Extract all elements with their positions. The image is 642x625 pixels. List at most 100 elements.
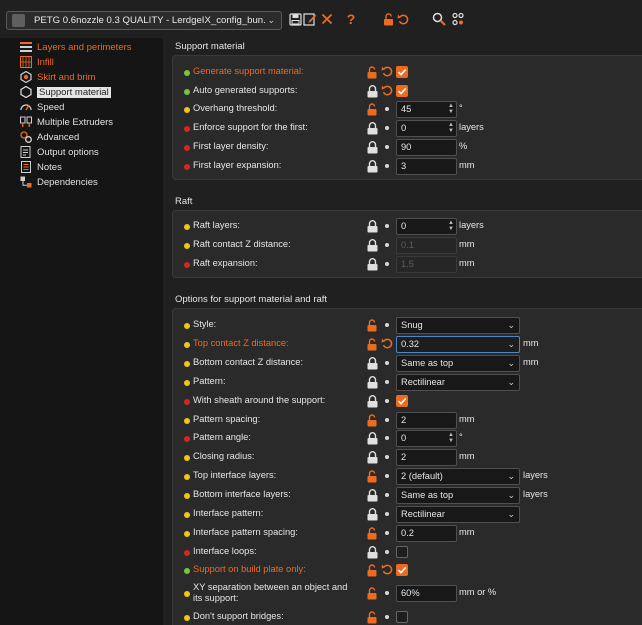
default-bullet-icon: [385, 615, 389, 619]
unlock-icon[interactable]: [367, 103, 378, 116]
undo-icon[interactable]: [381, 337, 394, 350]
top-contact-z-combo[interactable]: 0.32 ⌄: [396, 336, 520, 353]
preset-flag-icon: [12, 14, 25, 27]
sidebar-item-dependencies[interactable]: Dependencies: [20, 175, 98, 189]
pattern-spacing-input[interactable]: 2: [396, 412, 457, 429]
sidebar-item-speed[interactable]: Speed: [20, 100, 64, 114]
dont-support-bridges-checkbox[interactable]: [396, 611, 408, 623]
group-title-support: Support material: [175, 41, 245, 52]
bottom-interface-layers-combo[interactable]: Same as top ⌄: [396, 487, 520, 504]
lock-icon[interactable]: [367, 451, 378, 464]
sidebar-item-notes[interactable]: Notes: [20, 160, 62, 174]
raft-layers-spinner[interactable]: 0 ▲ ▼: [396, 218, 457, 235]
unlock-icon[interactable]: [367, 611, 378, 624]
raft-expansion-input[interactable]: 1.5: [396, 256, 457, 273]
lock-icon[interactable]: [367, 220, 378, 233]
xy-separation-input[interactable]: 60%: [396, 585, 457, 602]
dependencies-icon: [20, 176, 32, 188]
generate-support-checkbox[interactable]: [396, 66, 408, 78]
chevron-down-icon: ⌄: [507, 320, 515, 330]
raft-contact-z-input[interactable]: 0.1: [396, 237, 457, 254]
unlock-icon[interactable]: [367, 564, 378, 577]
rename-icon[interactable]: [302, 11, 318, 27]
preset-select[interactable]: PETG 0.6nozzle 0.3 QUALITY - LerdgeIX_co…: [6, 11, 282, 30]
search-icon[interactable]: [431, 11, 447, 27]
sidebar-item-output[interactable]: Output options: [20, 145, 99, 159]
save-icon[interactable]: [287, 11, 303, 27]
lock-icon[interactable]: [367, 258, 378, 271]
status-dot-yellow: [184, 531, 190, 537]
style-select[interactable]: Snug ⌄: [396, 317, 520, 334]
setting-row-interface-loops: Interface loops:: [163, 543, 642, 562]
lock-icon[interactable]: [367, 141, 378, 154]
status-dot-green: [184, 568, 190, 574]
compare-icon[interactable]: [450, 11, 466, 27]
lock-icon[interactable]: [367, 489, 378, 502]
unlock-icon[interactable]: [367, 587, 378, 600]
sidebar-item-skirt[interactable]: Skirt and brim: [20, 70, 96, 84]
lock-icon[interactable]: [367, 239, 378, 252]
default-bullet-icon: [385, 243, 389, 247]
sheath-checkbox[interactable]: [396, 395, 408, 407]
pattern-select[interactable]: Rectilinear ⌄: [396, 374, 520, 391]
auto-supports-checkbox[interactable]: [396, 85, 408, 97]
bottom-contact-z-combo[interactable]: Same as top ⌄: [396, 355, 520, 372]
setting-row-top-interface-layers: Top interface layers: 2 (default) ⌄ layer…: [163, 467, 642, 486]
unlock-icon[interactable]: [367, 338, 378, 351]
status-dot-yellow: [184, 380, 190, 386]
sidebar-item-extruders[interactable]: Multiple Extruders: [20, 115, 113, 129]
default-bullet-icon: [385, 455, 389, 459]
lock-icon[interactable]: [367, 85, 378, 98]
lock-icon[interactable]: [367, 432, 378, 445]
unlock-icon[interactable]: [367, 414, 378, 427]
lock-icon[interactable]: [367, 546, 378, 559]
overhang-threshold-spinner[interactable]: 45 ▲ ▼: [396, 101, 457, 118]
unlock-icon[interactable]: [367, 470, 378, 483]
undo-icon[interactable]: [381, 84, 394, 97]
interface-pattern-spacing-input[interactable]: 0.2: [396, 525, 457, 542]
lock-icon[interactable]: [367, 376, 378, 389]
chevron-down-icon: ⌄: [507, 490, 515, 500]
status-dot-green: [184, 70, 190, 76]
unlock-icon[interactable]: [367, 319, 378, 332]
top-toolbar: PETG 0.6nozzle 0.3 QUALITY - LerdgeIX_co…: [0, 0, 642, 38]
setting-row-closing-radius: Closing radius: 2 mm: [163, 448, 642, 467]
unlock-icon[interactable]: [367, 527, 378, 540]
setting-row-first-layer-expansion: First layer expansion: 3 mm: [163, 157, 642, 176]
status-dot-red: [184, 436, 190, 442]
lock-icon[interactable]: [367, 508, 378, 521]
chevron-down-icon: ⌄: [507, 471, 515, 481]
interface-pattern-select[interactable]: Rectilinear ⌄: [396, 506, 520, 523]
support-icon: [20, 86, 32, 98]
layers-icon: [20, 41, 32, 53]
default-bullet-icon: [385, 224, 389, 228]
interface-loops-checkbox[interactable]: [396, 546, 408, 558]
build-plate-only-checkbox[interactable]: [396, 564, 408, 576]
sidebar-item-layers[interactable]: Layers and perimeters: [20, 40, 132, 54]
undo-icon[interactable]: [395, 11, 411, 27]
lock-icon[interactable]: [367, 357, 378, 370]
default-bullet-icon: [385, 591, 389, 595]
setting-row-build-plate-only: Support on build plate only:: [163, 561, 642, 580]
lock-icon[interactable]: [367, 395, 378, 408]
lock-icon[interactable]: [367, 122, 378, 135]
sidebar-item-support[interactable]: Support material: [20, 85, 111, 99]
lock-icon[interactable]: [367, 160, 378, 173]
delete-icon[interactable]: [319, 11, 335, 27]
closing-radius-input[interactable]: 2: [396, 449, 457, 466]
status-dot-yellow: [184, 474, 190, 480]
enforce-support-spinner[interactable]: 0 ▲ ▼: [396, 120, 457, 137]
undo-icon[interactable]: [381, 65, 394, 78]
undo-icon[interactable]: [381, 563, 394, 576]
help-icon[interactable]: ?: [343, 11, 359, 27]
top-interface-layers-combo[interactable]: 2 (default) ⌄: [396, 468, 520, 485]
status-dot-yellow: [184, 361, 190, 367]
status-dot-red: [184, 262, 190, 268]
sidebar-item-infill[interactable]: Infill: [20, 55, 54, 69]
default-bullet-icon: [385, 512, 389, 516]
unlock-icon[interactable]: [367, 66, 378, 79]
first-layer-expansion-input[interactable]: 3: [396, 158, 457, 175]
first-layer-density-input[interactable]: 90: [396, 139, 457, 156]
sidebar-item-advanced[interactable]: Advanced: [20, 130, 79, 144]
pattern-angle-spinner[interactable]: 0 ▲ ▼: [396, 430, 457, 447]
